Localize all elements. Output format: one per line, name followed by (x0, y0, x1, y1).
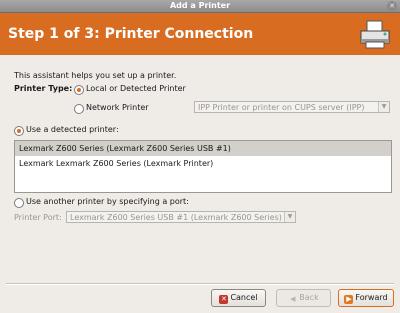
local-printer-radio[interactable] (74, 85, 84, 95)
back-arrow-icon: ◀ (290, 295, 296, 303)
port-combo-text: Lexmark Z600 Series USB #1 (Lexmark Z600… (70, 213, 282, 222)
specify-port-label[interactable]: Use another printer by specifying a port… (26, 197, 189, 207)
network-printer-combo[interactable]: IPP Printer or printer on CUPS server (I… (194, 101, 390, 113)
chevron-down-icon: ▼ (284, 212, 295, 222)
detected-printer-radio[interactable] (14, 126, 24, 136)
printer-port-label: Printer Port: (14, 213, 62, 222)
title-bar[interactable]: Add a Printer ✕ (0, 0, 400, 13)
printer-icon (360, 20, 390, 49)
close-icon[interactable]: ✕ (387, 1, 397, 11)
list-item[interactable]: Lexmark Lexmark Z600 Series (Lexmark Pri… (15, 156, 391, 171)
network-printer-radio[interactable] (74, 104, 84, 114)
printer-port-combo[interactable]: Lexmark Z600 Series USB #1 (Lexmark Z600… (66, 211, 296, 223)
network-printer-label[interactable]: Network Printer (86, 103, 149, 113)
specify-port-radio[interactable] (14, 198, 24, 208)
wizard-header: Step 1 of 3: Printer Connection (0, 13, 400, 55)
add-printer-window: Add a Printer ✕ Step 1 of 3: Printer Con… (0, 0, 400, 313)
forward-button[interactable]: ▶ Forward (338, 289, 394, 307)
detected-printer-list[interactable]: Lexmark Z600 Series (Lexmark Z600 Series… (14, 140, 392, 193)
forward-arrow-icon: ▶ (344, 295, 354, 304)
network-combo-text: IPP Printer or printer on CUPS server (I… (198, 103, 365, 112)
cancel-icon: ✕ (219, 295, 229, 304)
divider (6, 283, 394, 285)
printer-type-label: Printer Type: (14, 84, 73, 93)
list-item[interactable]: Lexmark Z600 Series (Lexmark Z600 Series… (15, 141, 391, 156)
detected-printer-label[interactable]: Use a detected printer: (26, 125, 119, 135)
back-button[interactable]: ◀ Back (276, 289, 331, 307)
intro-text: This assistant helps you set up a printe… (14, 71, 177, 80)
chevron-down-icon: ▼ (378, 102, 389, 112)
cancel-button[interactable]: ✕ Cancel (211, 289, 266, 307)
window-title: Add a Printer (169, 1, 231, 10)
local-printer-label[interactable]: Local or Detected Printer (86, 84, 186, 94)
step-title: Step 1 of 3: Printer Connection (8, 26, 254, 42)
